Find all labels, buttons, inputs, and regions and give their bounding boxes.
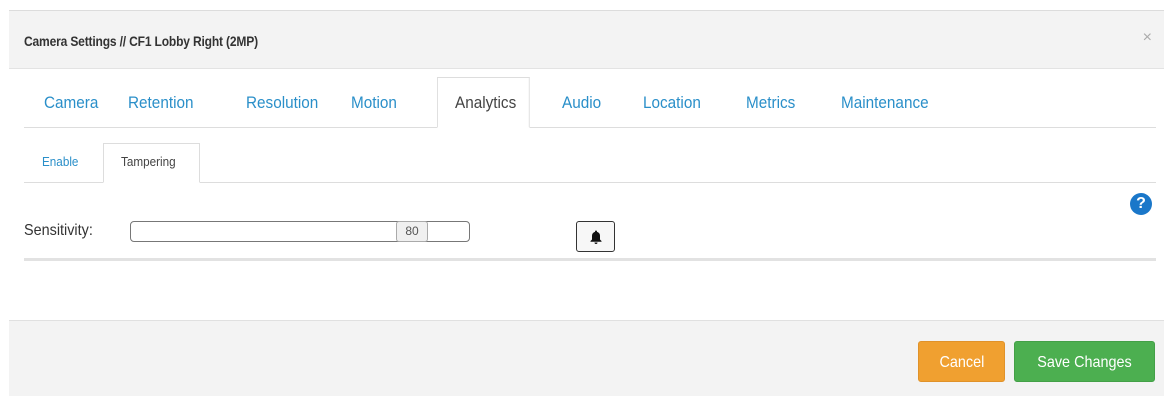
sub-tabs: Enable Tampering — [24, 143, 1156, 183]
tab-motion[interactable]: Motion — [351, 77, 397, 128]
help-icon[interactable]: ? — [1130, 193, 1152, 215]
tab-resolution[interactable]: Resolution — [246, 77, 318, 128]
close-icon[interactable]: × — [1143, 29, 1152, 47]
tab-audio[interactable]: Audio — [562, 77, 601, 128]
sensitivity-label: Sensitivity: — [24, 222, 93, 239]
sensitivity-slider[interactable]: 80 — [130, 221, 470, 242]
tab-location[interactable]: Location — [643, 77, 701, 128]
modal-header: Camera Settings // CF1 Lobby Right (2MP)… — [9, 10, 1164, 69]
bell-icon — [590, 230, 602, 244]
tab-analytics[interactable]: Analytics — [455, 77, 516, 128]
tab-maintenance[interactable]: Maintenance — [841, 77, 929, 128]
tab-retention[interactable]: Retention — [128, 77, 194, 128]
save-changes-button[interactable]: Save Changes — [1014, 341, 1155, 382]
modal-footer: Cancel Save Changes — [9, 320, 1164, 396]
cancel-button[interactable]: Cancel — [918, 341, 1005, 382]
separator — [24, 258, 1156, 261]
alert-bell-button[interactable] — [576, 221, 615, 252]
subtab-enable[interactable]: Enable — [42, 143, 78, 183]
cancel-label: Cancel — [939, 354, 984, 371]
main-tabs: Camera Retention Resolution Motion Analy… — [24, 77, 1156, 128]
modal-title: Camera Settings // CF1 Lobby Right (2MP) — [24, 33, 258, 49]
subtab-tampering[interactable]: Tampering — [121, 143, 176, 183]
tab-metrics[interactable]: Metrics — [746, 77, 795, 128]
save-label: Save Changes — [1037, 354, 1132, 371]
slider-handle[interactable]: 80 — [396, 221, 428, 242]
tab-camera[interactable]: Camera — [44, 77, 98, 128]
